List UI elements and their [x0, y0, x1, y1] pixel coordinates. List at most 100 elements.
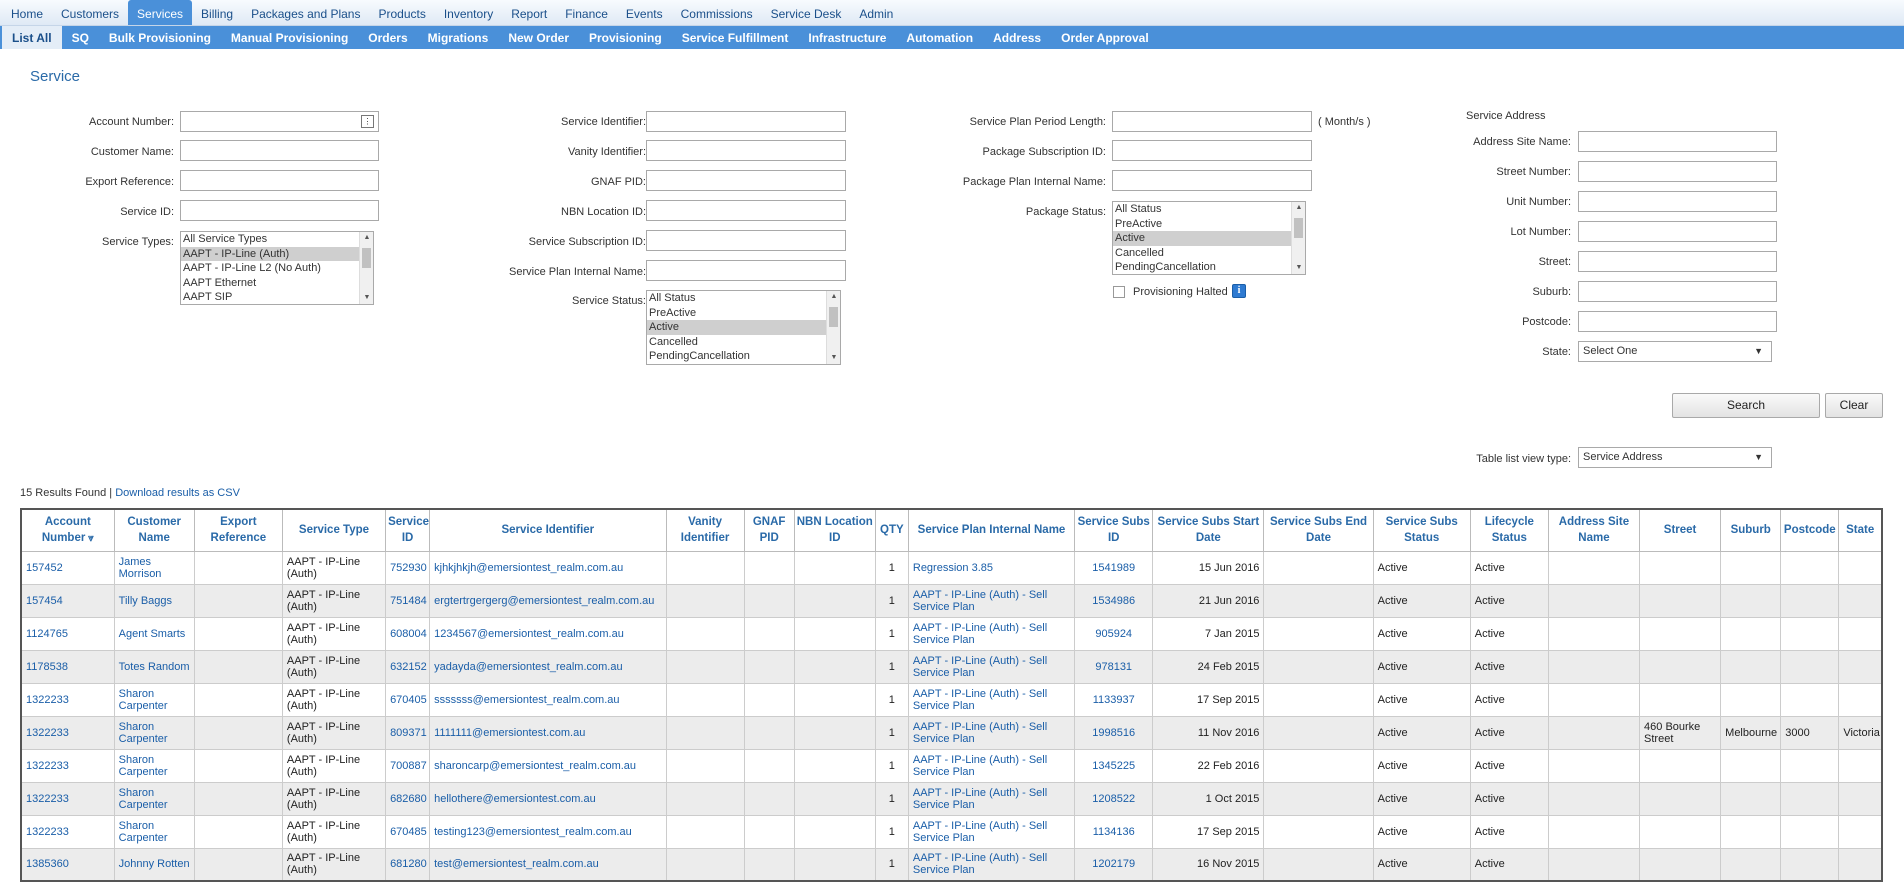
package-plan-internal-name-input[interactable]: [1112, 170, 1312, 191]
cell-service-identifier[interactable]: sharoncarp@emersiontest_realm.com.au: [429, 748, 667, 783]
cell-customer-name[interactable]: Sharon Carpenter: [113, 682, 195, 717]
gnaf-pid-input[interactable]: [646, 170, 846, 191]
clear-button[interactable]: Clear: [1825, 393, 1883, 418]
cell-account-number[interactable]: 1124765: [20, 616, 115, 651]
cell-customer-name[interactable]: James Morrison: [113, 550, 195, 585]
service-subscription-id-input[interactable]: [646, 230, 846, 251]
cell-service-subs-id[interactable]: 1541989: [1074, 550, 1154, 585]
street-input[interactable]: [1578, 251, 1777, 272]
nav-item-events[interactable]: Events: [617, 0, 672, 25]
list-option[interactable]: Cancelled: [1113, 246, 1305, 261]
service-plan-period-length-input[interactable]: [1112, 111, 1312, 132]
cell-customer-name[interactable]: Sharon Carpenter: [113, 715, 195, 750]
nav-item-inventory[interactable]: Inventory: [435, 0, 502, 25]
cell-service-subs-id[interactable]: 905924: [1074, 616, 1154, 651]
subnav-item-list-all[interactable]: List All: [2, 26, 62, 49]
cell-service-plan-internal-name[interactable]: AAPT - IP-Line (Auth) - Sell Service Pla…: [907, 781, 1076, 816]
customer-name-input[interactable]: [180, 140, 379, 161]
cell-account-number[interactable]: 157452: [20, 550, 115, 585]
vanity-identifier-input[interactable]: [646, 140, 846, 161]
cell-service-identifier[interactable]: ergtertrgergerg@emersiontest_realm.com.a…: [429, 583, 667, 618]
list-option[interactable]: Cancelled: [647, 335, 840, 350]
download-csv-link[interactable]: Download results as CSV: [115, 487, 240, 499]
cell-customer-name[interactable]: Sharon Carpenter: [113, 781, 195, 816]
cell-customer-name[interactable]: Sharon Carpenter: [113, 814, 195, 849]
nav-item-service-desk[interactable]: Service Desk: [762, 0, 851, 25]
column-header-service-subs-id[interactable]: Service Subs ID: [1074, 508, 1154, 552]
cell-service-subs-id[interactable]: 1208522: [1074, 781, 1154, 816]
nav-item-home[interactable]: Home: [2, 0, 52, 25]
nav-item-finance[interactable]: Finance: [556, 0, 617, 25]
cell-service-subs-id[interactable]: 978131: [1074, 649, 1154, 684]
cell-account-number[interactable]: 1322233: [20, 715, 115, 750]
nav-item-commissions[interactable]: Commissions: [672, 0, 762, 25]
cell-service-subs-id[interactable]: 1133937: [1074, 682, 1154, 717]
list-option[interactable]: PreActive: [1113, 217, 1305, 232]
scroll-up-icon[interactable]: ▲: [1292, 202, 1305, 214]
search-button[interactable]: Search: [1672, 393, 1820, 418]
cell-service-subs-id[interactable]: 1202179: [1074, 847, 1154, 882]
state-select[interactable]: Select One ▼: [1578, 341, 1772, 362]
subnav-item-address[interactable]: Address: [983, 26, 1051, 49]
list-option[interactable]: All Status: [647, 291, 840, 306]
service-status-scrollbar[interactable]: ▲ ▼: [826, 291, 840, 364]
scroll-up-icon[interactable]: ▲: [360, 232, 373, 244]
account-number-input[interactable]: ⋮: [180, 111, 379, 132]
column-header-service-subs-status[interactable]: Service Subs Status: [1372, 508, 1471, 552]
export-reference-input[interactable]: [180, 170, 379, 191]
cell-service-plan-internal-name[interactable]: Regression 3.85: [907, 550, 1076, 585]
list-option[interactable]: Active: [647, 320, 840, 335]
list-option[interactable]: AAPT SIP: [181, 290, 373, 304]
cell-service-plan-internal-name[interactable]: AAPT - IP-Line (Auth) - Sell Service Pla…: [907, 847, 1076, 882]
unit-number-input[interactable]: [1578, 191, 1777, 212]
nav-item-products[interactable]: Products: [369, 0, 434, 25]
info-icon[interactable]: i: [1232, 284, 1246, 298]
scroll-down-icon[interactable]: ▼: [827, 352, 840, 364]
provisioning-halted-checkbox[interactable]: [1113, 286, 1125, 298]
column-header-service-subs-end-date[interactable]: Service Subs End Date: [1263, 508, 1374, 552]
service-identifier-input[interactable]: [646, 111, 846, 132]
cell-service-id[interactable]: 670485: [385, 814, 431, 849]
cell-service-identifier[interactable]: test@emersiontest_realm.com.au: [429, 847, 667, 882]
column-header-nbn-location-id[interactable]: NBN Location ID: [793, 508, 876, 552]
list-option[interactable]: Active: [1113, 231, 1305, 246]
cell-account-number[interactable]: 1385360: [20, 847, 115, 882]
package-status-scrollbar[interactable]: ▲ ▼: [1291, 202, 1305, 274]
cell-service-id[interactable]: 809371: [385, 715, 431, 750]
street-number-input[interactable]: [1578, 161, 1777, 182]
cell-account-number[interactable]: 1322233: [20, 682, 115, 717]
list-option[interactable]: AAPT - IP-Line L2 (No Auth): [181, 261, 373, 276]
service-plan-internal-name-input[interactable]: [646, 260, 846, 281]
subnav-item-migrations[interactable]: Migrations: [418, 26, 499, 49]
list-option[interactable]: All Status: [1113, 202, 1305, 217]
cell-service-identifier[interactable]: 1111111@emersiontest.com.au: [429, 715, 667, 750]
cell-service-plan-internal-name[interactable]: AAPT - IP-Line (Auth) - Sell Service Pla…: [907, 748, 1076, 783]
subnav-item-service-fulfillment[interactable]: Service Fulfillment: [672, 26, 799, 49]
cell-service-identifier[interactable]: 1234567@emersiontest_realm.com.au: [429, 616, 667, 651]
list-option[interactable]: All Service Types: [181, 232, 373, 247]
column-header-customer-name[interactable]: Customer Name: [113, 508, 195, 552]
cell-service-plan-internal-name[interactable]: AAPT - IP-Line (Auth) - Sell Service Pla…: [907, 682, 1076, 717]
service-types-scrollbar[interactable]: ▲ ▼: [359, 232, 373, 304]
column-header-gnaf-pid[interactable]: GNAF PID: [743, 508, 795, 552]
lookup-icon[interactable]: ⋮: [361, 115, 374, 128]
cell-service-id[interactable]: 700887: [385, 748, 431, 783]
cell-service-id[interactable]: 752930: [385, 550, 431, 585]
column-header-postcode[interactable]: Postcode: [1780, 508, 1840, 552]
sort-descending-icon[interactable]: ⩔: [85, 533, 94, 544]
cell-service-plan-internal-name[interactable]: AAPT - IP-Line (Auth) - Sell Service Pla…: [907, 583, 1076, 618]
column-header-vanity-identifier[interactable]: Vanity Identifier: [665, 508, 745, 552]
nav-item-admin[interactable]: Admin: [850, 0, 902, 25]
column-header-export-reference[interactable]: Export Reference: [193, 508, 283, 552]
cell-customer-name[interactable]: Tilly Baggs: [113, 583, 195, 618]
subnav-item-sq[interactable]: SQ: [62, 26, 99, 49]
cell-service-id[interactable]: 682680: [385, 781, 431, 816]
list-option[interactable]: PendingCancellation: [1113, 260, 1305, 274]
column-header-state[interactable]: State: [1838, 508, 1883, 552]
subnav-item-order-approval[interactable]: Order Approval: [1051, 26, 1159, 49]
column-header-street[interactable]: Street: [1639, 508, 1722, 552]
nav-item-packages-and-plans[interactable]: Packages and Plans: [242, 0, 369, 25]
list-option[interactable]: AAPT Ethernet: [181, 276, 373, 291]
cell-service-plan-internal-name[interactable]: AAPT - IP-Line (Auth) - Sell Service Pla…: [907, 616, 1076, 651]
column-header-service-id[interactable]: Service ID: [385, 508, 431, 552]
